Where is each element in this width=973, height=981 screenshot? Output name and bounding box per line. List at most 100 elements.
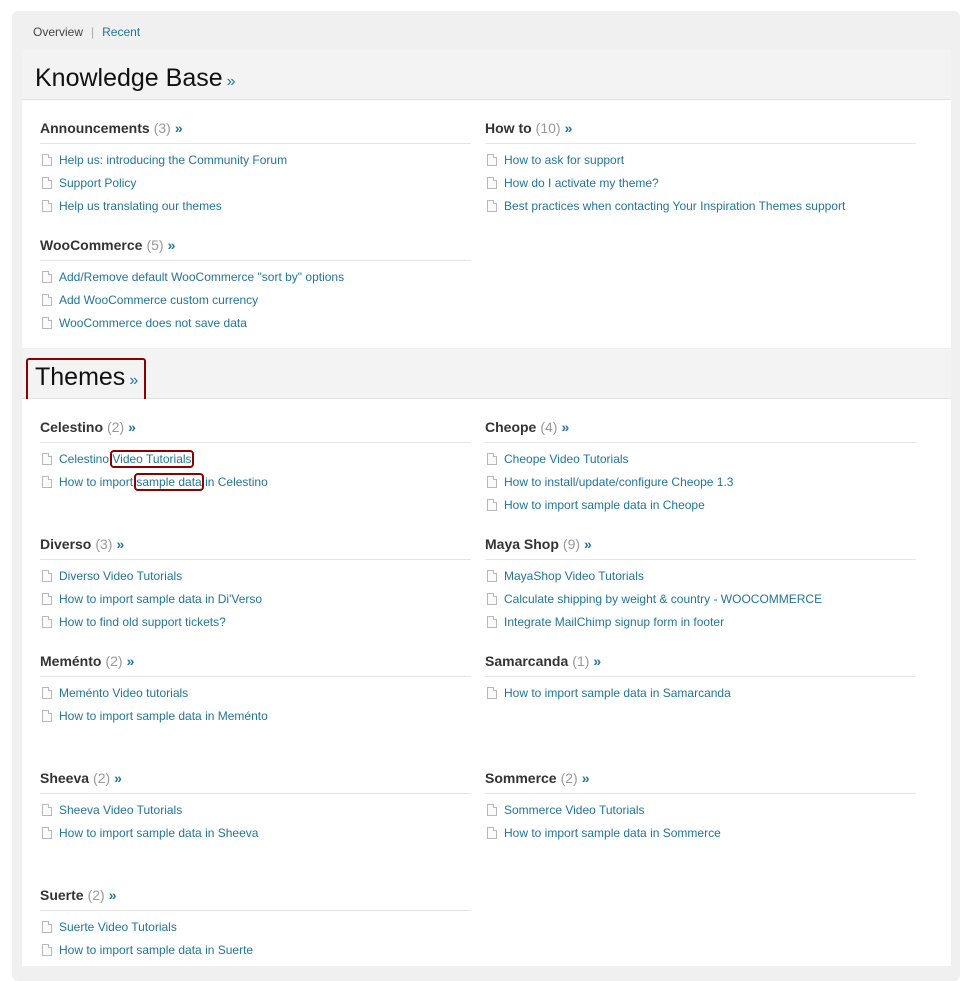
article-item[interactable]: How to import sample data in Meménto xyxy=(40,707,471,730)
category-name[interactable]: Announcements xyxy=(40,120,150,136)
article-item[interactable]: How to import sample data in Celestino xyxy=(40,473,471,496)
category-more-link[interactable]: » xyxy=(127,653,135,669)
article-link[interactable]: How to import sample data in Sommerce xyxy=(504,824,721,842)
article-item[interactable]: WooCommerce does not save data xyxy=(40,314,471,337)
article-link[interactable]: Add WooCommerce custom currency xyxy=(59,291,258,309)
article-item[interactable]: How to import sample data in Suerte xyxy=(40,941,471,964)
category-name[interactable]: Maya Shop xyxy=(485,536,559,552)
article-item[interactable]: How to import sample data in Di'Verso xyxy=(40,590,471,613)
article-link[interactable]: Best practices when contacting Your Insp… xyxy=(504,197,845,215)
article-item[interactable]: Celestino Video Tutorials xyxy=(40,450,471,473)
article-item[interactable]: Sommerce Video Tutorials xyxy=(485,801,916,824)
article-link[interactable]: Sommerce Video Tutorials xyxy=(504,801,645,819)
article-link[interactable]: WooCommerce does not save data xyxy=(59,314,247,332)
article-link[interactable]: Celestino Video Tutorials xyxy=(59,450,194,468)
article-item[interactable]: How to import sample data in Sommerce xyxy=(485,824,916,847)
category-heading[interactable]: Celestino (2)» xyxy=(40,419,471,443)
category-heading[interactable]: How to (10)» xyxy=(485,120,916,144)
nav-recent[interactable]: Recent xyxy=(102,25,140,39)
category-more-link[interactable]: » xyxy=(109,887,117,903)
category-more-link[interactable]: » xyxy=(168,237,176,253)
article-link[interactable]: Diverso Video Tutorials xyxy=(59,567,182,585)
category-name[interactable]: Suerte xyxy=(40,887,84,903)
article-link[interactable]: Help us: introducing the Community Forum xyxy=(59,151,287,169)
article-link[interactable]: How to ask for support xyxy=(504,151,624,169)
category-heading[interactable]: Announcements (3)» xyxy=(40,120,471,144)
article-item[interactable]: How to find old support tickets? xyxy=(40,613,471,636)
category-more-link[interactable]: » xyxy=(565,120,573,136)
category-name[interactable]: Sheeva xyxy=(40,770,89,786)
category-name[interactable]: Celestino xyxy=(40,419,103,435)
article-item[interactable]: Calculate shipping by weight & country -… xyxy=(485,590,916,613)
category-name[interactable]: WooCommerce xyxy=(40,237,142,253)
article-item[interactable]: Add/Remove default WooCommerce "sort by"… xyxy=(40,268,471,291)
article-item[interactable]: Help us: introducing the Community Forum xyxy=(40,151,471,174)
category-name[interactable]: Diverso xyxy=(40,536,91,552)
article-item[interactable]: Integrate MailChimp signup form in foote… xyxy=(485,613,916,636)
article-link[interactable]: Suerte Video Tutorials xyxy=(59,918,177,936)
category-name[interactable]: Cheope xyxy=(485,419,536,435)
article-item[interactable]: How to import sample data in Cheope xyxy=(485,496,916,519)
article-item[interactable]: Support Policy xyxy=(40,174,471,197)
article-link[interactable]: How to import sample data in Sheeva xyxy=(59,824,258,842)
category-heading[interactable]: Suerte (2)» xyxy=(40,887,471,911)
article-link[interactable]: How do I activate my theme? xyxy=(504,174,659,192)
article-item[interactable]: How to install/update/configure Cheope 1… xyxy=(485,473,916,496)
article-link[interactable]: How to install/update/configure Cheope 1… xyxy=(504,473,733,491)
article-item[interactable]: Help us translating our themes xyxy=(40,197,471,220)
article-link[interactable]: Add/Remove default WooCommerce "sort by"… xyxy=(59,268,344,286)
category-heading[interactable]: Maya Shop (9)» xyxy=(485,536,916,560)
category-heading[interactable]: Diverso (3)» xyxy=(40,536,471,560)
category-heading[interactable]: Sommerce (2)» xyxy=(485,770,916,794)
category-more-link[interactable]: » xyxy=(128,419,136,435)
category-name[interactable]: How to xyxy=(485,120,532,136)
article-item[interactable]: Diverso Video Tutorials xyxy=(40,567,471,590)
category-heading[interactable]: Samarcanda (1)» xyxy=(485,653,916,677)
article-link[interactable]: Sheeva Video Tutorials xyxy=(59,801,182,819)
article-item[interactable]: How to import sample data in Sheeva xyxy=(40,824,471,847)
article-link[interactable]: How to import sample data in Cheope xyxy=(504,496,705,514)
category-more-link[interactable]: » xyxy=(116,536,124,552)
category-more-link[interactable]: » xyxy=(582,770,590,786)
article-link[interactable]: MayaShop Video Tutorials xyxy=(504,567,644,585)
category-more-link[interactable]: » xyxy=(175,120,183,136)
category-name[interactable]: Sommerce xyxy=(485,770,557,786)
category-heading[interactable]: Cheope (4)» xyxy=(485,419,916,443)
article-link[interactable]: How to import sample data in Meménto xyxy=(59,707,268,725)
article-link[interactable]: Cheope Video Tutorials xyxy=(504,450,629,468)
category-more-link[interactable]: » xyxy=(584,536,592,552)
category-count: (3) xyxy=(153,120,171,136)
category-more-link[interactable]: » xyxy=(593,653,601,669)
article-item[interactable]: MayaShop Video Tutorials xyxy=(485,567,916,590)
category-more-link[interactable]: » xyxy=(114,770,122,786)
article-link[interactable]: Integrate MailChimp signup form in foote… xyxy=(504,613,724,631)
article-link[interactable]: How to find old support tickets? xyxy=(59,613,226,631)
kb-title[interactable]: Knowledge Base» xyxy=(35,64,236,93)
article-item[interactable]: Best practices when contacting Your Insp… xyxy=(485,197,916,220)
article-link[interactable]: How to import sample data in Samarcanda xyxy=(504,684,731,702)
category-heading[interactable]: WooCommerce (5)» xyxy=(40,237,471,261)
category-more-link[interactable]: » xyxy=(561,419,569,435)
article-link[interactable]: Calculate shipping by weight & country -… xyxy=(504,590,822,608)
article-link[interactable]: Help us translating our themes xyxy=(59,197,222,215)
article-item[interactable]: How do I activate my theme? xyxy=(485,174,916,197)
article-item[interactable]: Cheope Video Tutorials xyxy=(485,450,916,473)
document-icon xyxy=(487,687,497,699)
article-item[interactable]: How to import sample data in Samarcanda xyxy=(485,684,916,707)
article-link[interactable]: Support Policy xyxy=(59,174,136,192)
article-link[interactable]: How to import sample data in Celestino xyxy=(59,473,268,491)
category-name[interactable]: Meménto xyxy=(40,653,101,669)
nav-overview[interactable]: Overview xyxy=(33,25,83,39)
article-item[interactable]: Suerte Video Tutorials xyxy=(40,918,471,941)
article-link[interactable]: How to import sample data in Di'Verso xyxy=(59,590,262,608)
article-link[interactable]: Meménto Video tutorials xyxy=(59,684,188,702)
category-heading[interactable]: Meménto (2)» xyxy=(40,653,471,677)
article-item[interactable]: Sheeva Video Tutorials xyxy=(40,801,471,824)
article-item[interactable]: Add WooCommerce custom currency xyxy=(40,291,471,314)
category-heading[interactable]: Sheeva (2)» xyxy=(40,770,471,794)
category-name[interactable]: Samarcanda xyxy=(485,653,568,669)
article-item[interactable]: How to ask for support xyxy=(485,151,916,174)
article-link[interactable]: How to import sample data in Suerte xyxy=(59,941,253,959)
article-item[interactable]: Meménto Video tutorials xyxy=(40,684,471,707)
category-count: (2) xyxy=(93,770,111,786)
